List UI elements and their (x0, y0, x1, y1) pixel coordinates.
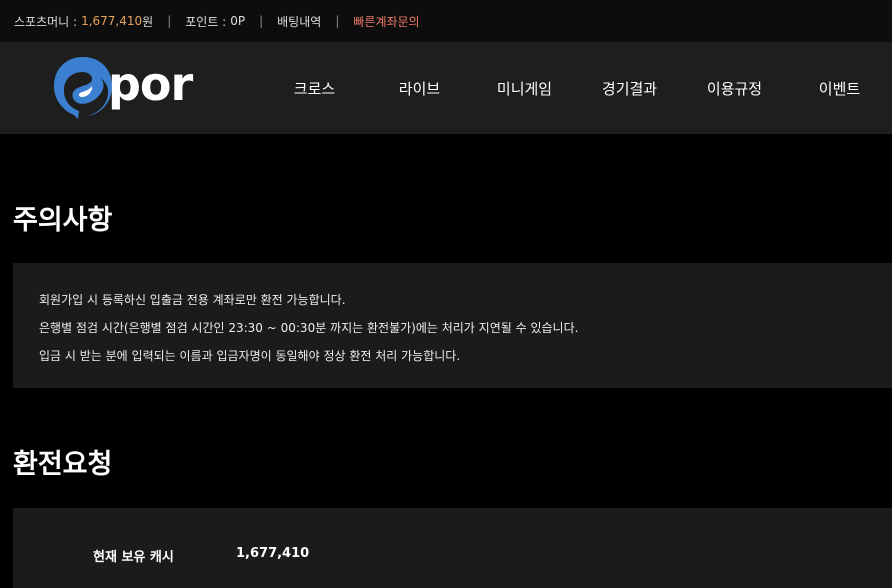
nav-item-rules[interactable]: 이용규정 (682, 78, 787, 99)
point-value: 0P (230, 14, 246, 28)
nav-item-minigame[interactable]: 미니게임 (472, 78, 577, 99)
points: 포인트 : 0P (185, 13, 245, 30)
notice-line: 회원가입 시 등록하신 입출금 전용 계좌로만 환전 가능합니다. (39, 293, 346, 307)
exchange-request-box: 현재 보유 캐시 1,677,410 (13, 508, 892, 588)
nav-item-live[interactable]: 라이브 (367, 78, 472, 99)
divider: | (335, 14, 340, 28)
money-label: 스포츠머니 : (14, 14, 78, 29)
betting-history-link[interactable]: 배팅내역 (277, 13, 321, 30)
divider: | (259, 14, 264, 28)
top-bar: 스포츠머니 : 1,677,410 원 | 포인트 : 0P | 배팅내역 | … (0, 0, 892, 42)
logo-s-icon (54, 57, 112, 119)
divider: | (167, 14, 172, 28)
money-value: 1,677,410 (81, 14, 143, 28)
nav-menu: 크로스 라이브 미니게임 경기결과 이용규정 이벤트 (262, 42, 892, 134)
main-nav: por 크로스 라이브 미니게임 경기결과 이용규정 이벤트 (0, 42, 892, 134)
sports-money: 스포츠머니 : 1,677,410 원 (14, 13, 153, 30)
logo-wordmark: por (108, 57, 193, 111)
current-cash-label: 현재 보유 캐시 (93, 550, 174, 565)
site-logo[interactable]: por (52, 55, 193, 121)
quick-account-inquiry-link[interactable]: 빠른계좌문의 (353, 13, 419, 30)
exchange-request-title: 환전요청 (13, 449, 113, 480)
current-cash-value: 1,677,410 (236, 546, 310, 561)
nav-item-events[interactable]: 이벤트 (787, 78, 892, 99)
money-unit: 원 (142, 14, 154, 29)
point-label: 포인트 : (185, 14, 227, 29)
notice-title: 주의사항 (13, 205, 113, 236)
notice-line: 입금 시 받는 분에 입력되는 이름과 입금자명이 동일해야 정상 환전 처리 … (39, 349, 461, 363)
notice-line: 은행별 점검 시간(은행별 점검 시간인 23:30 ~ 00:30분 까지는 … (39, 321, 579, 335)
nav-item-results[interactable]: 경기결과 (577, 78, 682, 99)
notice-box: 회원가입 시 등록하신 입출금 전용 계좌로만 환전 가능합니다. 은행별 점검… (13, 263, 892, 388)
nav-item-cross[interactable]: 크로스 (262, 78, 367, 99)
